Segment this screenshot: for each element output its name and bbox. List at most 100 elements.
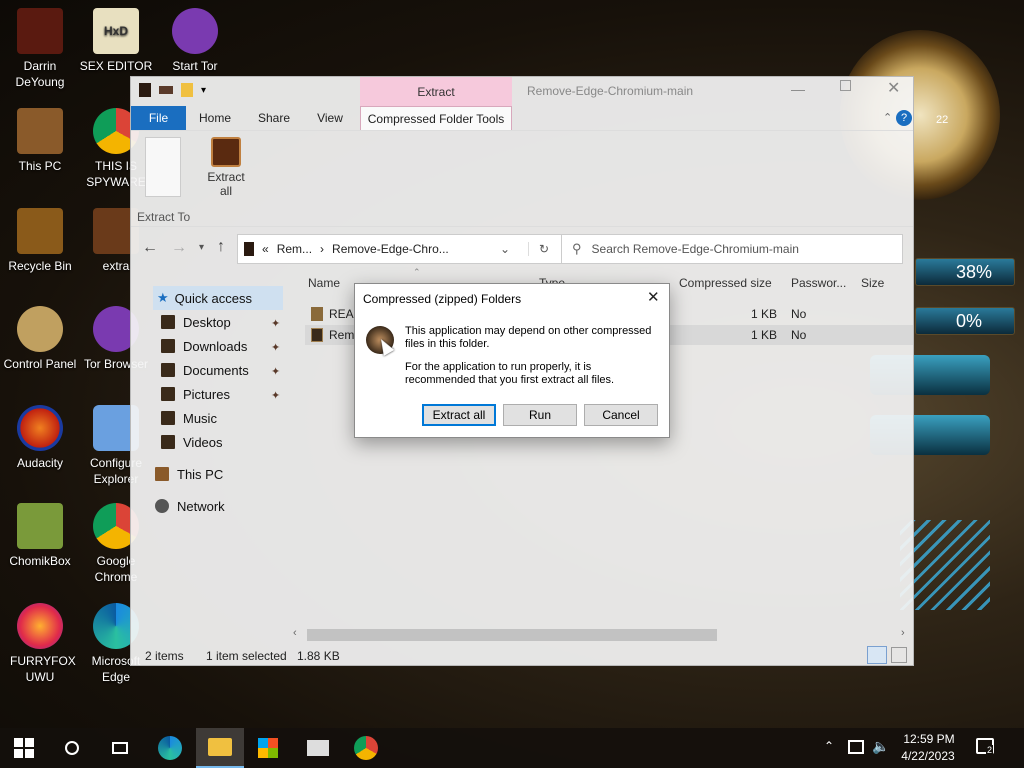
help-icon[interactable]: ? — [896, 110, 912, 126]
close-button[interactable]: ✕ — [887, 78, 900, 98]
recycle-bin-icon — [17, 208, 63, 254]
volume-muted-icon[interactable]: 🔈 — [872, 738, 889, 755]
pin-icon: ✦ — [271, 318, 281, 330]
extract-all-button[interactable]: Extract all — [203, 137, 249, 203]
pictures-folder-icon — [161, 387, 175, 401]
pin-icon: ✦ — [271, 342, 281, 354]
customize-toolbar-icon[interactable]: ▾ — [201, 85, 206, 96]
nav-desktop[interactable]: Desktop — [161, 310, 231, 334]
desktop-icon-this-pc[interactable]: This PC — [0, 108, 80, 174]
large-icons-view-icon[interactable] — [891, 647, 907, 663]
mail-icon — [307, 740, 329, 756]
network-icon — [155, 499, 169, 513]
network-tray-icon[interactable] — [848, 740, 864, 754]
tor-icon — [172, 8, 218, 54]
videos-folder-icon — [161, 435, 175, 449]
column-header-password[interactable]: Passwor... — [791, 276, 846, 290]
taskbar-mail[interactable] — [294, 728, 342, 768]
extract-all-label: Extract all — [207, 170, 245, 198]
taskbar-store[interactable] — [244, 728, 292, 768]
maximize-button[interactable] — [840, 80, 851, 91]
nav-network[interactable]: Network — [155, 494, 225, 518]
breadcrumb-current[interactable]: Remove-Edge-Chro... — [332, 242, 449, 256]
desktop-folder-icon — [161, 315, 175, 329]
taskbar-chrome[interactable] — [342, 728, 390, 768]
nav-pictures[interactable]: Pictures — [161, 382, 230, 406]
scroll-left-icon[interactable]: ‹ — [293, 627, 297, 639]
nav-quick-access[interactable]: ★ Quick access — [153, 286, 283, 310]
extract-to-gallery[interactable] — [145, 137, 181, 197]
scroll-thumb[interactable] — [307, 629, 717, 641]
back-button[interactable]: ← — [142, 239, 158, 257]
desktop-icon-audacity[interactable]: Audacity — [0, 405, 80, 471]
clock-day: 22 — [936, 114, 949, 126]
cpu-gauge: 38% — [915, 258, 1015, 286]
up-button[interactable]: ↑ — [217, 238, 225, 256]
dialog-close-button[interactable]: ✕ — [647, 288, 660, 306]
tab-file[interactable]: File — [131, 106, 186, 130]
nav-downloads[interactable]: Downloads — [161, 334, 247, 358]
notifications-button[interactable]: 2 — [976, 738, 994, 755]
user-folder-icon — [17, 8, 63, 54]
documents-folder-icon — [161, 363, 175, 377]
minimize-button[interactable]: — — [791, 81, 805, 97]
edge-icon — [158, 736, 182, 760]
extract-all-dialog-button[interactable]: Extract all — [422, 404, 496, 426]
extract-icon — [211, 137, 241, 167]
store-icon — [258, 738, 278, 758]
desktop-icon-control-panel[interactable]: Control Panel — [0, 306, 80, 372]
search-input[interactable]: Search Remove-Edge-Chromium-main — [592, 242, 799, 256]
taskbar-date[interactable]: 4/22/2023 — [895, 749, 961, 763]
recent-locations-icon[interactable]: ▾ — [199, 242, 204, 253]
app-folder-icon — [139, 83, 151, 97]
tab-compressed-folder-tools[interactable]: Compressed Folder Tools — [360, 106, 512, 130]
scroll-right-icon[interactable]: › — [901, 627, 905, 639]
details-view-icon[interactable] — [867, 646, 887, 664]
address-dropdown-icon[interactable]: ⌄ — [500, 242, 510, 256]
tab-view[interactable]: View — [307, 106, 353, 130]
desktop-icon-furryfox[interactable]: FURRYFOX UWU — [0, 603, 80, 685]
context-tab-extract: Extract — [360, 77, 512, 106]
search-box[interactable]: ⚲ Search Remove-Edge-Chromium-main — [561, 234, 903, 264]
zip-folder-icon — [244, 242, 254, 256]
desktop-icon-start-tor[interactable]: Start Tor — [155, 8, 235, 74]
nav-music[interactable]: Music — [161, 406, 217, 430]
taskbar-time[interactable]: 12:59 PM — [900, 732, 958, 746]
search-button[interactable] — [48, 728, 96, 768]
properties-icon[interactable] — [159, 86, 173, 94]
task-view-button[interactable] — [96, 728, 144, 768]
run-button[interactable]: Run — [503, 404, 577, 426]
new-folder-icon[interactable] — [181, 83, 193, 97]
desktop-icon-sex-editor[interactable]: HxD SEX EDITOR — [76, 8, 156, 74]
status-item-count: 2 items — [145, 649, 184, 663]
notification-count: 2 — [986, 745, 994, 755]
column-header-name[interactable]: Name — [308, 276, 340, 290]
desktop-icon-recycle-bin[interactable]: Recycle Bin — [0, 208, 80, 274]
column-header-compressed-size[interactable]: Compressed size — [679, 276, 772, 290]
nav-videos[interactable]: Videos — [161, 430, 223, 454]
breadcrumb-separator-icon: › — [320, 242, 325, 256]
address-overflow[interactable]: « — [262, 242, 269, 256]
nav-this-pc[interactable]: This PC — [155, 462, 223, 486]
taskbar-edge[interactable] — [146, 728, 194, 768]
tab-share[interactable]: Share — [249, 106, 299, 130]
hxd-icon: HxD — [93, 8, 139, 54]
taskbar-file-explorer[interactable] — [196, 728, 244, 768]
windows-icon — [14, 738, 34, 758]
column-header-size[interactable]: Size — [861, 276, 884, 290]
desktop-icon-darrin[interactable]: Darrin DeYoung — [0, 8, 80, 90]
start-button[interactable] — [0, 728, 48, 768]
cancel-button[interactable]: Cancel — [584, 404, 658, 426]
status-selected: 1 item selected — [206, 649, 287, 663]
show-hidden-icons[interactable]: ⌃ — [824, 739, 834, 753]
nav-documents[interactable]: Documents — [161, 358, 249, 382]
tab-home[interactable]: Home — [191, 106, 239, 130]
horizontal-scrollbar[interactable]: ‹ › — [293, 627, 913, 643]
collapse-ribbon-icon[interactable]: ⌃ — [883, 111, 892, 124]
folder-icon — [208, 738, 232, 756]
forward-button[interactable]: → — [171, 239, 187, 257]
breadcrumb-rem[interactable]: Rem... — [277, 242, 312, 256]
refresh-icon[interactable]: ↻ — [528, 242, 549, 256]
status-size: 1.88 KB — [297, 649, 340, 663]
desktop-icon-chomikbox[interactable]: ChomikBox — [0, 503, 80, 569]
